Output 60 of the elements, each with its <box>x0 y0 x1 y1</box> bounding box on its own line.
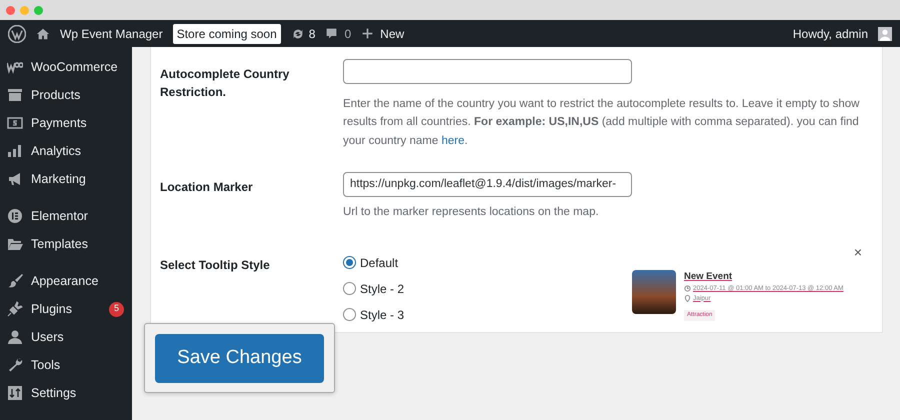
folder-icon <box>7 236 23 252</box>
new-content-link[interactable]: New <box>380 24 404 42</box>
close-dot[interactable] <box>6 6 15 14</box>
setting-description: Enter the name of the country you want to restrict the autocomplete results to. Leave it empty to show results from all countries. For example: US,IN,US (add multiple with comma separated). you can find your country name here. <box>343 97 860 149</box>
setting-label: Autocomplete Country Restriction. <box>160 66 290 101</box>
sidebar-item[interactable]: Appearance <box>0 267 132 295</box>
text-field[interactable]: https://unpkg.com/leaflet@1.9.4/dist/images/marker- <box>343 172 632 198</box>
home-icon[interactable] <box>36 26 50 40</box>
update-count-badge: 5 <box>109 302 124 316</box>
clock-icon <box>684 285 691 292</box>
sidebar-item[interactable]: Settings <box>0 379 132 407</box>
banknote-icon <box>7 115 23 131</box>
country-list-link[interactable]: here <box>441 134 464 147</box>
setting-label: Location Marker <box>160 179 254 196</box>
comment-icon[interactable] <box>325 27 338 40</box>
location-pin-icon <box>684 294 691 302</box>
radio-button[interactable] <box>343 282 356 296</box>
avatar-icon[interactable] <box>878 26 892 40</box>
sidebar-item[interactable]: Templates <box>0 230 132 258</box>
greeting-link[interactable]: Howdy, admin <box>792 24 868 42</box>
sidebar-item[interactable]: Elementor <box>0 202 132 230</box>
photo-placeholder <box>632 270 676 314</box>
woo-logo-icon <box>7 59 23 75</box>
updates-count: 8 <box>308 26 316 42</box>
store-status-badge[interactable]: Store coming soon <box>172 24 281 44</box>
plus-icon[interactable] <box>361 27 374 40</box>
setting-description: Url to the marker represents locations on the map. <box>343 205 600 220</box>
radio-option[interactable]: Default <box>343 250 404 276</box>
sidebar-item[interactable]: Payments <box>0 109 132 137</box>
wrench-icon <box>7 357 23 373</box>
wordpress-logo-icon[interactable] <box>8 24 26 42</box>
event-title-link[interactable]: New Event <box>684 270 844 284</box>
maximize-dot[interactable] <box>34 6 43 14</box>
sidebar-item[interactable]: Users <box>0 323 132 351</box>
radio-option[interactable]: Style - 3 <box>343 302 404 328</box>
text-field[interactable] <box>343 59 632 84</box>
radio-button[interactable] <box>343 308 356 322</box>
comments-count: 0 <box>344 26 352 42</box>
site-name-link[interactable]: Wp Event Manager <box>60 24 163 42</box>
save-changes-button[interactable]: Save Changes <box>155 334 324 383</box>
updates-icon[interactable] <box>290 26 305 40</box>
minimize-dot[interactable] <box>20 6 29 14</box>
paintbrush-icon <box>7 273 23 289</box>
megaphone-icon <box>7 171 23 187</box>
sidebar-item[interactable]: Analytics <box>0 137 132 165</box>
sidebar-item[interactable]: Marketing <box>0 165 132 193</box>
radio-button[interactable] <box>343 256 356 270</box>
sidebar-item[interactable]: Products <box>0 81 132 109</box>
plug-icon <box>7 301 23 317</box>
bar-chart-icon <box>7 143 23 159</box>
setting-label: Select Tooltip Style <box>160 256 271 274</box>
sidebar-item[interactable]: Tools <box>0 351 132 379</box>
elementor-logo-icon <box>7 208 23 224</box>
user-icon <box>7 329 23 345</box>
sidebar-item[interactable]: Plugins 5 <box>0 295 132 323</box>
archive-icon <box>7 87 23 103</box>
close-button[interactable]: × <box>854 242 862 263</box>
sliders-icon <box>7 385 23 401</box>
sidebar-item[interactable]: WooCommerce <box>0 53 132 81</box>
radio-option[interactable]: Style - 2 <box>343 276 404 302</box>
